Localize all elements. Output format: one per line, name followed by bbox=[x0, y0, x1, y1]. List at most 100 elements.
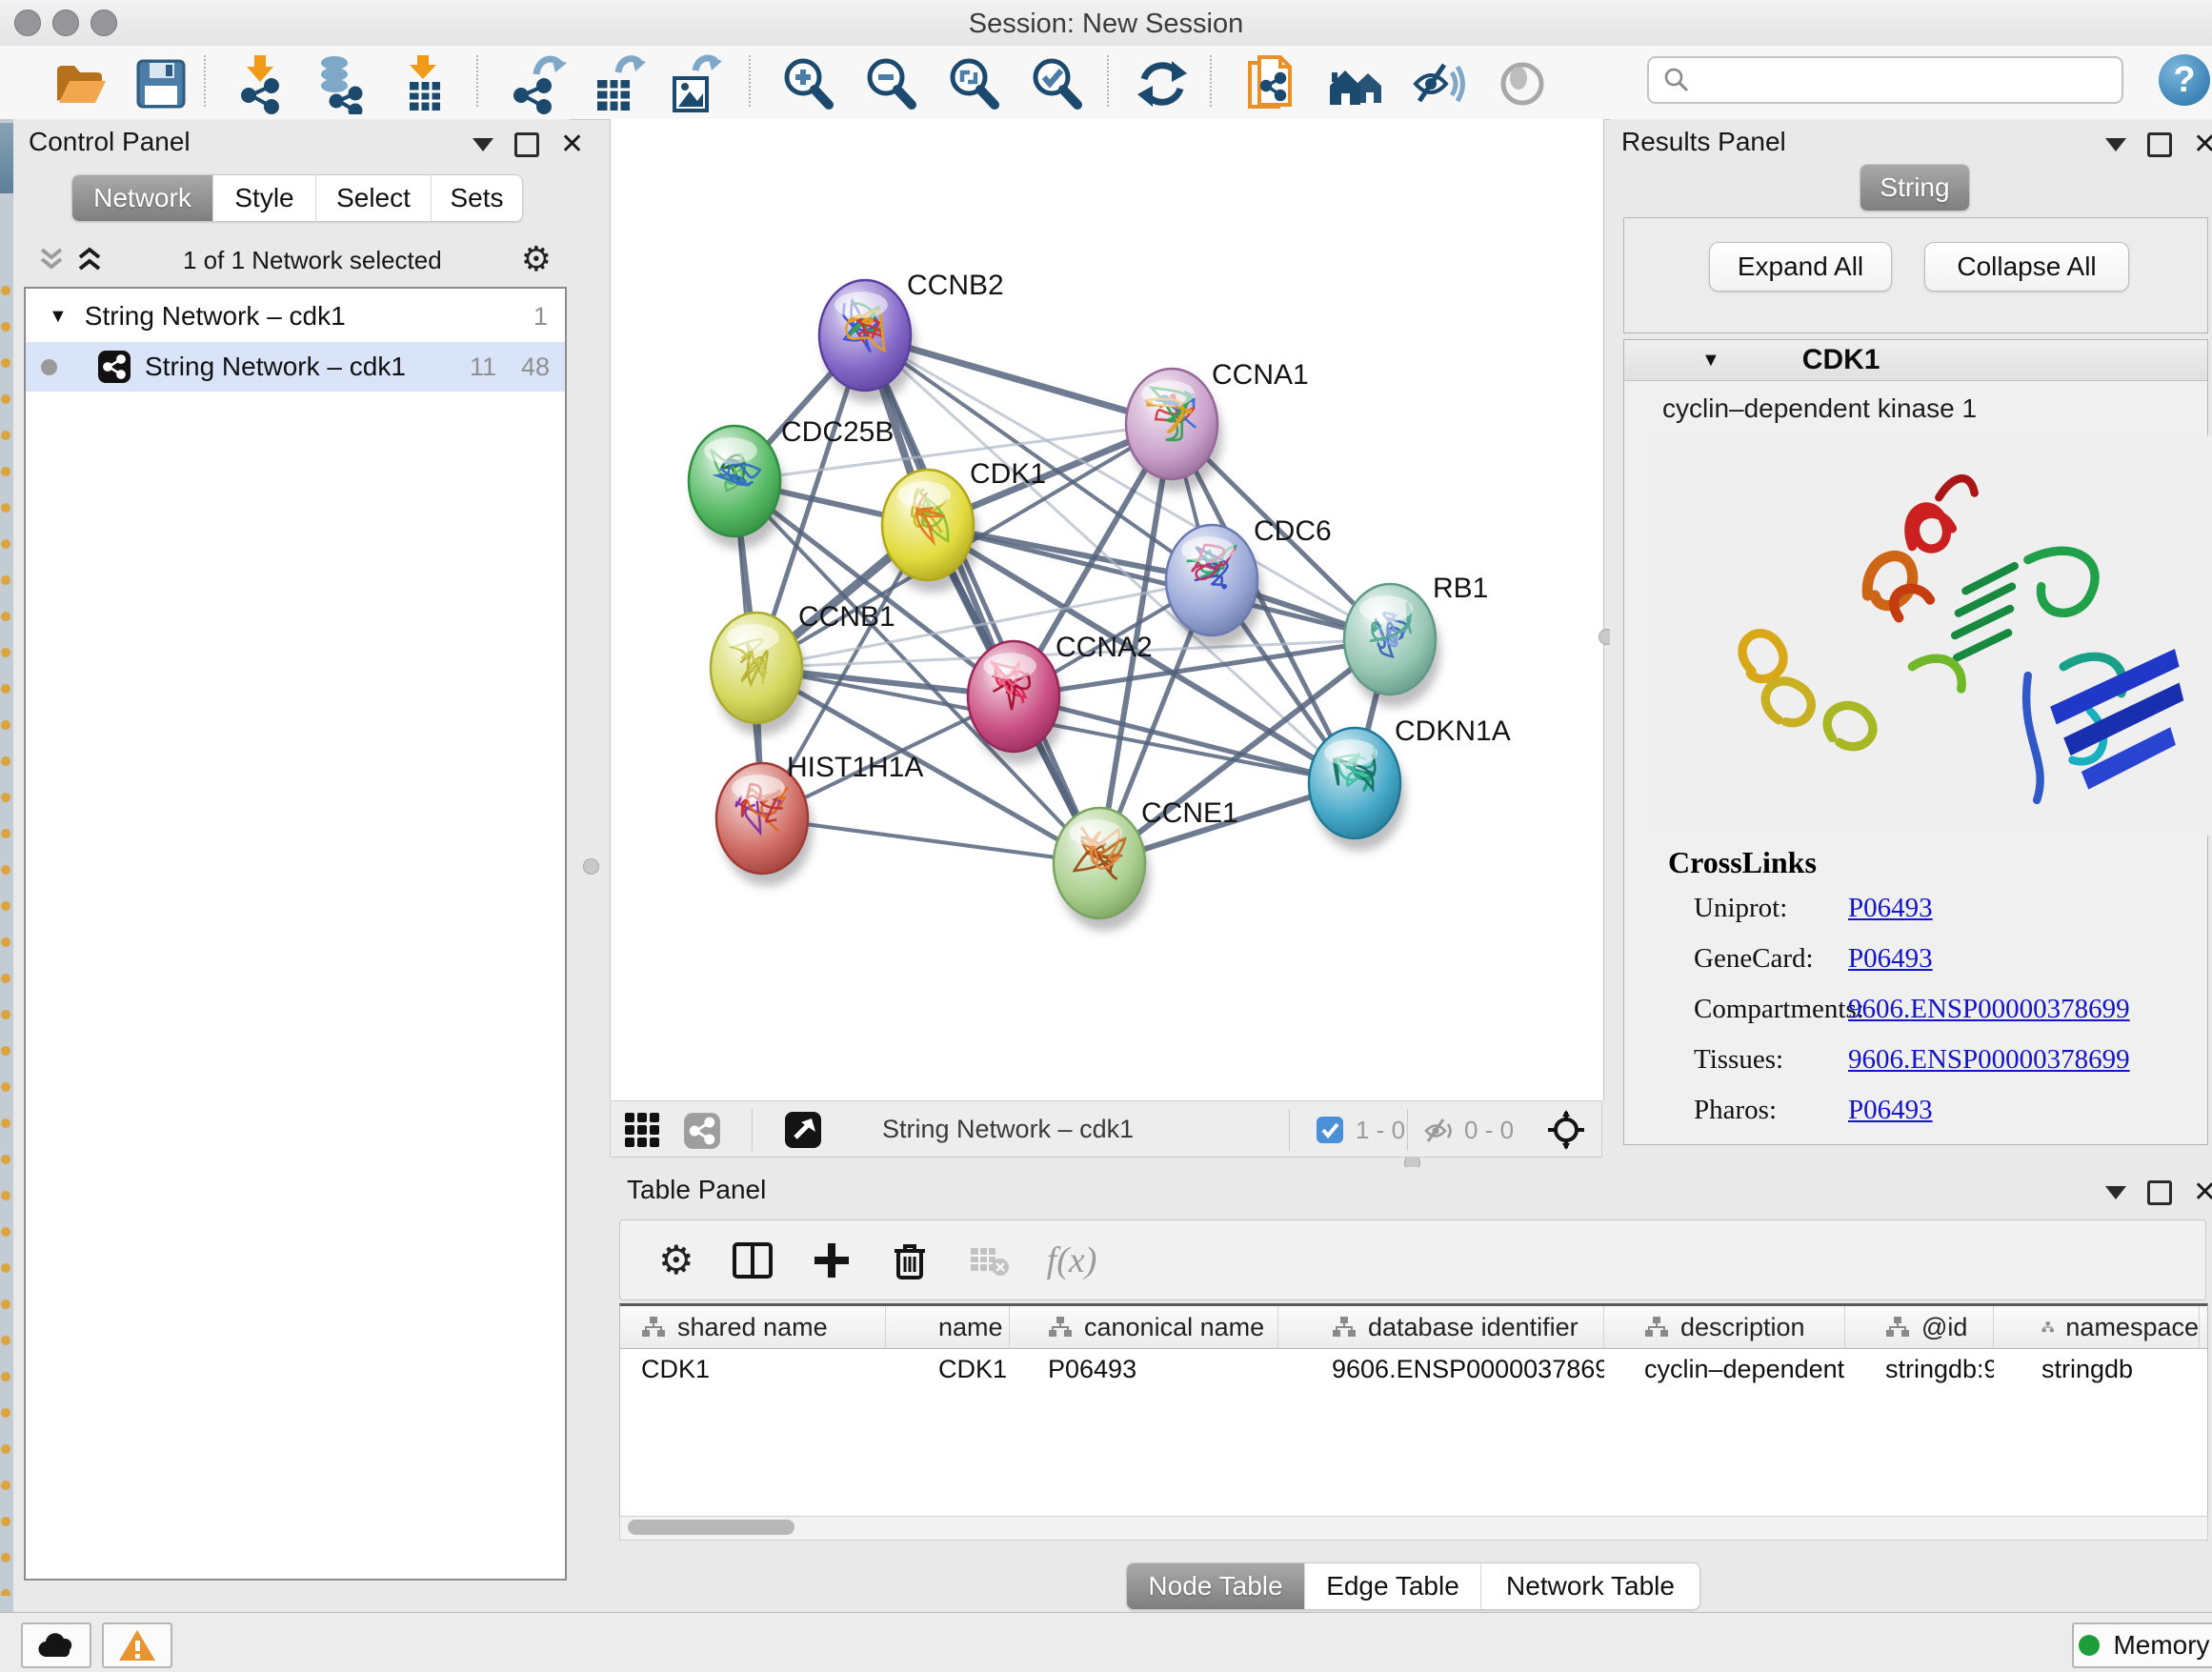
table-panel-title: Table Panel bbox=[627, 1175, 766, 1205]
network-edge[interactable] bbox=[865, 335, 1099, 863]
selected-checkbox-icon[interactable] bbox=[1316, 1116, 1344, 1144]
column-header-namespace[interactable]: namespace bbox=[1994, 1306, 2200, 1348]
collapse-all-button[interactable]: Collapse All bbox=[1924, 242, 2129, 292]
memory-status-dot bbox=[2079, 1635, 2100, 1656]
expand-all-chevrons-icon[interactable] bbox=[75, 246, 104, 274]
shared-column-icon bbox=[1332, 1316, 1357, 1339]
control-panel-menu-icon[interactable] bbox=[473, 138, 493, 151]
show-columns-icon[interactable] bbox=[731, 1239, 774, 1282]
column-header-canonical-name[interactable]: canonical name bbox=[1010, 1306, 1278, 1348]
delete-column-trash-icon[interactable] bbox=[889, 1239, 931, 1281]
tab-node-table[interactable]: Node Table bbox=[1127, 1563, 1305, 1609]
network-node-CCNB2[interactable] bbox=[819, 280, 915, 403]
network-node-CDK1[interactable] bbox=[882, 470, 978, 593]
table-panel-close-icon[interactable]: ✕ bbox=[2193, 1183, 2212, 1202]
fit-content-crosshair-icon[interactable] bbox=[1546, 1110, 1586, 1150]
control-panel-float-icon[interactable] bbox=[514, 132, 539, 157]
help-button[interactable]: ? bbox=[2159, 54, 2210, 106]
crosslink-link[interactable]: 9606.ENSP00000378699 bbox=[1848, 1044, 2130, 1076]
birds-eye-view-icon[interactable] bbox=[784, 1111, 822, 1149]
table-cell: stringdb:9... bbox=[1845, 1349, 1994, 1389]
network-view-share-icon[interactable] bbox=[683, 1112, 721, 1150]
table-row[interactable]: CDK1CDK1P064939606.ENSP00000378699cyclin… bbox=[620, 1349, 2207, 1389]
grid-view-icon[interactable] bbox=[624, 1112, 660, 1148]
gene-section-header[interactable]: ▼ CDK1 bbox=[1624, 340, 2207, 381]
open-session-icon[interactable] bbox=[50, 53, 111, 112]
import-network-database-icon[interactable] bbox=[310, 53, 371, 112]
column-header--id[interactable]: @id bbox=[1845, 1306, 1994, 1348]
function-builder-icon[interactable]: f(x) bbox=[1047, 1239, 1097, 1281]
network-list-gear-icon[interactable]: ⚙ bbox=[521, 243, 552, 277]
tab-network[interactable]: Network bbox=[72, 175, 213, 221]
table-horizontal-scrollbar bbox=[619, 1516, 2208, 1541]
export-image-icon[interactable] bbox=[661, 53, 722, 112]
tab-select[interactable]: Select bbox=[316, 175, 432, 221]
tab-style[interactable]: Style bbox=[213, 175, 316, 221]
delete-table-icon[interactable] bbox=[967, 1239, 1011, 1282]
network-node-CCNB1[interactable] bbox=[711, 613, 807, 735]
add-column-icon[interactable] bbox=[811, 1239, 853, 1281]
tab-network-table[interactable]: Network Table bbox=[1481, 1563, 1699, 1609]
results-panel-float-icon[interactable] bbox=[2147, 132, 2172, 157]
home-networks-icon[interactable] bbox=[1326, 53, 1387, 112]
network-node-CDC6[interactable] bbox=[1166, 525, 1262, 648]
network-node-CCNA2[interactable] bbox=[968, 641, 1064, 764]
network-node-CDKN1A[interactable] bbox=[1309, 728, 1405, 851]
network-collection-row[interactable]: ▼ String Network – cdk1 1 bbox=[26, 294, 565, 338]
section-expander-icon[interactable]: ▼ bbox=[1701, 350, 1720, 372]
network-row-selected[interactable]: String Network – cdk1 11 48 bbox=[26, 342, 565, 392]
search-input[interactable] bbox=[1700, 65, 2122, 96]
zoom-fit-icon[interactable] bbox=[943, 53, 1004, 112]
memory-button[interactable]: Memory bbox=[2072, 1622, 2212, 1668]
column-header-description[interactable]: description bbox=[1604, 1306, 1845, 1348]
crosslink-link[interactable]: P06493 bbox=[1848, 943, 1933, 975]
tree-expander-icon[interactable]: ▼ bbox=[49, 306, 68, 328]
inactive-eye-icon[interactable] bbox=[1492, 53, 1553, 112]
crosslink-link[interactable]: 9606.ENSP00000378699 bbox=[1848, 994, 2130, 1025]
control-panel-close-icon[interactable]: ✕ bbox=[560, 135, 584, 154]
shared-column-icon bbox=[1644, 1316, 1669, 1339]
crosslink-link[interactable]: P06493 bbox=[1848, 1095, 1933, 1126]
window-title: Session: New Session bbox=[0, 9, 2212, 40]
title-bar: Session: New Session bbox=[0, 0, 2212, 47]
expand-all-button[interactable]: Expand All bbox=[1709, 242, 1892, 292]
zoom-in-icon[interactable] bbox=[777, 53, 838, 112]
results-panel-close-icon[interactable]: ✕ bbox=[2193, 135, 2212, 154]
export-table-icon[interactable] bbox=[586, 53, 647, 112]
network-canvas[interactable]: CCNB2CCNA1CDC25BCDK1CDC6RB1CCNB1CCNA2CDK… bbox=[610, 119, 1604, 1100]
table-panel-menu-icon[interactable] bbox=[2105, 1186, 2126, 1199]
results-panel: Results Panel ✕ String Expand All Collap… bbox=[1610, 119, 2212, 1158]
column-header-shared-name[interactable]: shared name bbox=[620, 1306, 886, 1348]
collapse-all-chevrons-icon[interactable] bbox=[37, 246, 66, 274]
control-panel-tabs: Network Style Select Sets bbox=[71, 174, 523, 222]
network-tree: ▼ String Network – cdk1 1 String Network… bbox=[24, 287, 567, 1581]
network-edge[interactable] bbox=[762, 818, 1099, 863]
hide-panel-eye-icon[interactable] bbox=[1408, 53, 1469, 112]
zoom-selected-icon[interactable] bbox=[1026, 53, 1087, 112]
share-document-icon[interactable] bbox=[1240, 53, 1301, 112]
import-network-file-icon[interactable] bbox=[230, 53, 291, 112]
zoom-out-icon[interactable] bbox=[860, 53, 921, 112]
network-node-RB1[interactable] bbox=[1344, 584, 1440, 707]
export-network-icon[interactable] bbox=[508, 53, 569, 112]
warning-status-button[interactable] bbox=[102, 1622, 172, 1668]
network-node-CCNE1[interactable] bbox=[1054, 808, 1150, 931]
hidden-eye-slash-icon[interactable] bbox=[1422, 1114, 1457, 1148]
table-settings-gear-icon[interactable]: ⚙ bbox=[658, 1243, 694, 1278]
crosslink-link[interactable]: P06493 bbox=[1848, 893, 1933, 924]
table-panel-float-icon[interactable] bbox=[2147, 1180, 2172, 1205]
save-session-icon[interactable] bbox=[131, 53, 191, 112]
tab-edge-table[interactable]: Edge Table bbox=[1305, 1563, 1481, 1609]
scrollbar-thumb[interactable] bbox=[628, 1520, 794, 1535]
tab-string[interactable]: String bbox=[1860, 165, 1969, 211]
table-body: CDK1CDK1P064939606.ENSP00000378699cyclin… bbox=[620, 1349, 2207, 1389]
search-box[interactable] bbox=[1647, 56, 2123, 104]
cloud-status-button[interactable] bbox=[21, 1622, 91, 1668]
import-table-icon[interactable] bbox=[394, 53, 455, 112]
left-splitter-handle[interactable] bbox=[583, 858, 599, 875]
tab-sets[interactable]: Sets bbox=[432, 175, 522, 221]
results-panel-menu-icon[interactable] bbox=[2105, 138, 2126, 151]
column-header-name[interactable]: name bbox=[886, 1306, 1010, 1348]
column-header-database-identifier[interactable]: database identifier bbox=[1278, 1306, 1604, 1348]
refresh-layout-icon[interactable] bbox=[1132, 53, 1193, 112]
